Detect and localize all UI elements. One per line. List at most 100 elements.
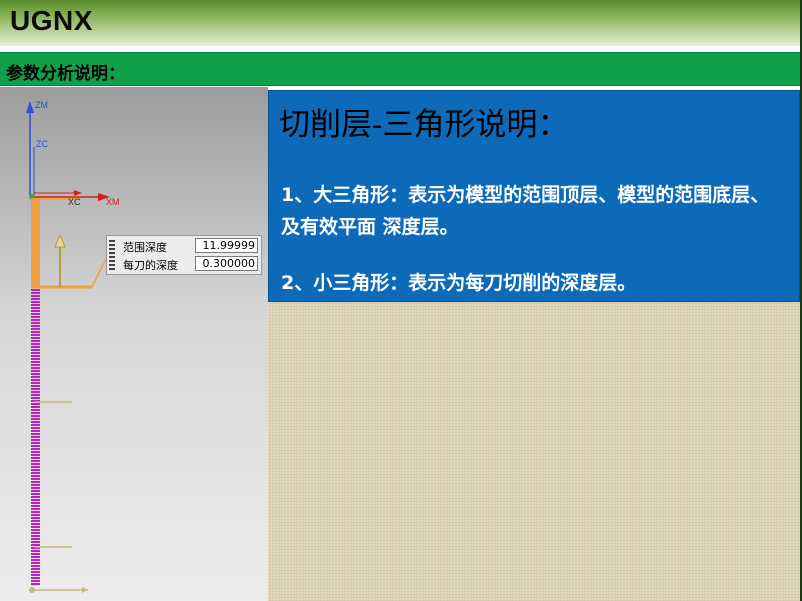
cut-layer <box>31 433 40 435</box>
cut-layer <box>31 544 40 546</box>
range-depth-row: 范围深度 11.99999 <box>121 238 261 254</box>
cut-layer <box>31 475 40 477</box>
cut-layer <box>31 427 40 429</box>
header-bar: UGNX <box>0 0 802 46</box>
cut-layer <box>31 499 40 501</box>
cut-layer <box>31 292 40 294</box>
section-bar: 参数分析说明： <box>0 52 800 86</box>
cut-layer <box>31 343 40 345</box>
cut-layer <box>31 424 40 426</box>
note-small-triangle: 2、小三角形：表示为每刀切削的深度层。 <box>281 272 637 294</box>
section-title: 参数分析说明： <box>6 64 125 84</box>
cut-layer <box>31 538 40 540</box>
info-panel: 切削层-三角形说明： 1、大三角形：表示为模型的范围顶层、模型的范围底层、及有效… <box>268 90 800 302</box>
xc-axis-arrow <box>74 190 82 196</box>
range-depth-input[interactable]: 11.99999 <box>195 238 258 253</box>
cut-layer <box>31 550 40 552</box>
cut-layer <box>31 526 40 528</box>
xc-label: XC <box>68 197 81 207</box>
cut-layer <box>31 505 40 507</box>
cut-layer <box>31 508 40 510</box>
cut-depth-label: 每刀的深度 <box>123 259 178 272</box>
cut-layer <box>31 379 40 381</box>
cut-layer <box>31 460 40 462</box>
cut-layer <box>31 511 40 513</box>
cut-layer <box>31 406 40 408</box>
panel-title: 切削层-三角形说明： <box>279 107 569 143</box>
cut-layer <box>31 574 40 576</box>
cut-layer <box>31 358 40 360</box>
cut-layer <box>31 487 40 489</box>
cut-layer <box>31 289 40 291</box>
cut-layer <box>31 385 40 387</box>
callout-line <box>91 258 107 288</box>
cut-layer <box>31 580 40 582</box>
cut-layer <box>31 496 40 498</box>
cut-layer <box>31 577 40 579</box>
cut-layer <box>31 382 40 384</box>
cut-layer <box>31 553 40 555</box>
cut-layer <box>31 490 40 492</box>
cut-layer <box>31 355 40 357</box>
cut-layer <box>31 328 40 330</box>
cut-layer <box>31 568 40 570</box>
cut-layer <box>31 565 40 567</box>
cut-layer <box>31 535 40 537</box>
app-title: UGNX <box>10 5 93 36</box>
cut-layer <box>31 367 40 369</box>
cut-layer <box>31 502 40 504</box>
xm-label: XM <box>106 197 120 207</box>
cut-layer <box>31 448 40 450</box>
cut-layer <box>31 412 40 414</box>
cut-layer <box>31 397 40 399</box>
cut-layer <box>31 523 40 525</box>
cut-layer <box>31 298 40 300</box>
cut-layer <box>31 373 40 375</box>
cut-layer <box>31 346 40 348</box>
cut-layer <box>31 559 40 561</box>
cut-layer <box>31 571 40 573</box>
cut-layer <box>31 541 40 543</box>
cut-depth-input[interactable]: 0.300000 <box>195 256 258 271</box>
cut-layer <box>31 352 40 354</box>
cut-layer <box>31 403 40 405</box>
cut-layer <box>31 514 40 516</box>
note-big-triangle: 1、大三角形：表示为模型的范围顶层、模型的范围底层、及有效平面 深度层。 <box>281 184 770 238</box>
cut-layer <box>31 463 40 465</box>
cut-layer <box>31 316 40 318</box>
cut-layer <box>31 457 40 459</box>
depth-callout-box: 范围深度 11.99999 每刀的深度 0.300000 <box>106 235 262 275</box>
cut-layer <box>31 451 40 453</box>
cut-layer <box>31 391 40 393</box>
cut-layer <box>31 325 40 327</box>
cut-layer <box>31 310 40 312</box>
cut-layer <box>31 337 40 339</box>
cad-viewport[interactable]: ZM ZC XC XM 范围深度 11.99999 每刀的深度 0.300000 <box>0 87 268 601</box>
cut-layer <box>31 319 40 321</box>
cut-layer <box>31 361 40 363</box>
cut-layer <box>31 517 40 519</box>
cut-layer <box>31 484 40 486</box>
cut-layer <box>31 295 40 297</box>
cut-layer <box>31 583 40 585</box>
cut-layer <box>31 301 40 303</box>
zc-label: ZC <box>36 139 48 149</box>
cut-layer-stack <box>31 289 40 585</box>
cut-layer <box>31 307 40 309</box>
range-block <box>31 199 40 287</box>
cut-layer <box>31 421 40 423</box>
cut-layer <box>31 562 40 564</box>
zm-axis-arrow <box>26 101 34 113</box>
cut-layer <box>31 304 40 306</box>
grip-handle-icon[interactable] <box>109 240 115 270</box>
cut-layer <box>31 388 40 390</box>
cut-layer <box>31 439 40 441</box>
cut-layer <box>31 529 40 531</box>
cut-layer <box>31 556 40 558</box>
cut-layer <box>31 430 40 432</box>
cut-layer <box>31 466 40 468</box>
cut-layer <box>31 409 40 411</box>
cut-layer <box>31 364 40 366</box>
cut-layer <box>31 442 40 444</box>
zm-label: ZM <box>35 100 48 110</box>
